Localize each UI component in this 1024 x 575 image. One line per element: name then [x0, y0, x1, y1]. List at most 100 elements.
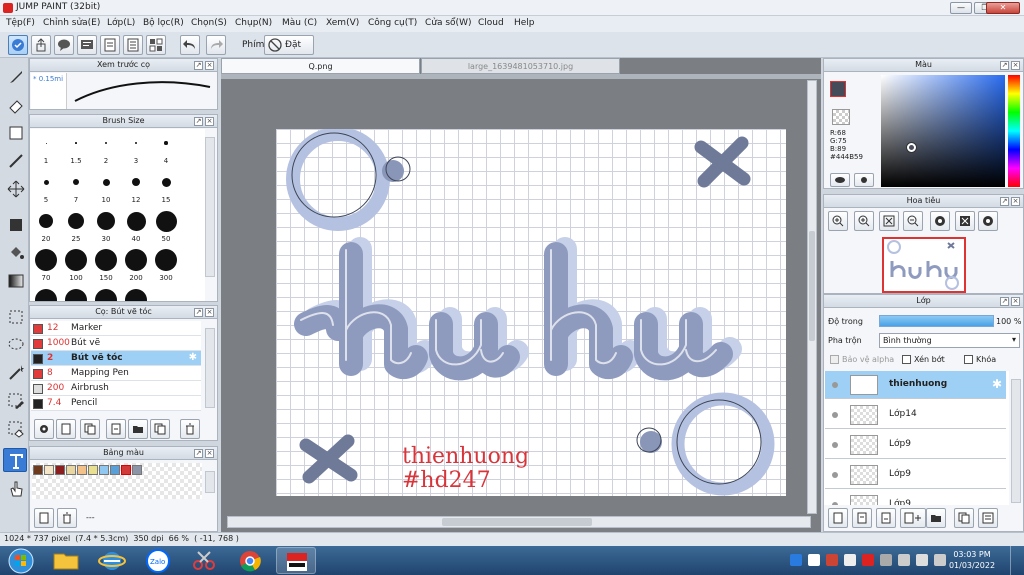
tray-usb-icon[interactable] [880, 554, 892, 566]
palette-swatch[interactable] [55, 465, 65, 475]
tool-eraser[interactable] [3, 92, 27, 116]
hue-slider[interactable] [1008, 75, 1020, 187]
document-button[interactable] [100, 35, 120, 55]
start-button[interactable] [2, 547, 40, 574]
brush-size-option[interactable]: 1.5 [61, 129, 91, 165]
close-icon[interactable]: × [205, 449, 214, 458]
brush-list-item[interactable]: 1000 Bút vẽ [31, 336, 201, 351]
tool-line[interactable] [3, 148, 27, 172]
tray-battery-icon[interactable] [898, 554, 910, 566]
close-button[interactable]: ✕ [986, 2, 1020, 14]
close-icon[interactable]: × [205, 117, 214, 126]
doc-tab-large[interactable]: large_1639481053710.jpg [421, 58, 620, 74]
brush-size-option[interactable]: 50 [151, 207, 181, 243]
undock-icon[interactable]: ↗ [194, 449, 203, 458]
brush-folder-button[interactable] [128, 419, 148, 439]
layer-more-button[interactable] [978, 508, 998, 528]
tray-teamviewer-icon[interactable] [790, 554, 802, 566]
brush-list-item[interactable]: 200 Airbrush [31, 381, 201, 396]
protect-alpha-checkbox[interactable] [830, 355, 839, 364]
tool-select-rect[interactable] [3, 304, 27, 328]
horizontal-scroll-thumb[interactable] [442, 518, 592, 526]
brush-size-option[interactable]: 25 [61, 207, 91, 243]
taskbar-chrome[interactable] [230, 547, 270, 574]
brush-size-option[interactable]: 30 [91, 207, 121, 243]
menu-file[interactable]: Tệp(F) [6, 18, 35, 28]
palette-swatch[interactable] [77, 465, 87, 475]
layer-row[interactable]: thienhuong ✱ [825, 371, 1006, 399]
brush-delete-button[interactable] [180, 419, 200, 439]
taskbar-zalo[interactable]: Zalo [138, 547, 178, 574]
tray-vietkey-icon[interactable] [862, 554, 874, 566]
message-button[interactable] [77, 35, 97, 55]
rotate-left-button[interactable] [930, 211, 950, 231]
palette-swatch[interactable] [44, 465, 54, 475]
undock-icon[interactable]: ↗ [1000, 61, 1009, 70]
brush-size-option[interactable]: 10 [91, 168, 121, 204]
layer-visibility-icon[interactable] [832, 442, 838, 448]
drawing-canvas[interactable]: thienhuong #hd247 [276, 129, 786, 496]
brush-size-option[interactable]: 20 [31, 207, 61, 243]
doc-tab-q[interactable]: Q.png [221, 58, 420, 74]
palette-swatch[interactable] [121, 465, 131, 475]
menu-cloud[interactable]: Cloud [478, 18, 504, 28]
layer-visibility-icon[interactable] [832, 502, 838, 505]
color-picker-button[interactable] [854, 173, 874, 187]
add-layer-menu-button[interactable] [900, 508, 926, 528]
brush-size-option[interactable]: 100 [61, 246, 91, 282]
clipping-checkbox[interactable] [902, 355, 911, 364]
undo-button[interactable] [180, 35, 200, 55]
undock-icon[interactable]: ↗ [194, 61, 203, 70]
taskbar-file-explorer[interactable] [46, 547, 86, 574]
tool-fill-rect[interactable] [3, 212, 27, 236]
brush-size-option[interactable]: 7 [61, 168, 91, 204]
fit-button[interactable] [879, 211, 899, 231]
navigator-thumbnail[interactable] [882, 237, 966, 293]
menu-select[interactable]: Chọn(S) [191, 18, 227, 28]
tool-rectangle[interactable] [3, 120, 27, 144]
new-layer-button[interactable] [828, 508, 848, 528]
brush-size-option[interactable]: 3 [121, 129, 151, 165]
tool-hand[interactable] [3, 476, 27, 500]
zoom-in-button[interactable] [828, 211, 848, 231]
palette-swatch[interactable] [88, 465, 98, 475]
palette-scrollbar[interactable] [205, 471, 215, 493]
flip-button[interactable] [955, 211, 975, 231]
brush-list-item[interactable]: 8 Mapping Pen [31, 366, 201, 381]
brush-size-option[interactable]: 200 [121, 246, 151, 282]
check-button[interactable] [8, 35, 28, 55]
close-icon[interactable]: × [1011, 297, 1020, 306]
share-button[interactable] [31, 35, 51, 55]
layer-folder-button[interactable] [926, 508, 946, 528]
saturation-value-picker[interactable] [881, 75, 1005, 187]
menu-color[interactable]: Màu (C) [282, 18, 317, 28]
color-mode-button[interactable] [830, 173, 850, 187]
brush-size-option[interactable]: 150 [91, 246, 121, 282]
blend-mode-select[interactable]: Bình thường ▾ [879, 333, 1020, 348]
lock-checkbox[interactable] [964, 355, 973, 364]
brush-copy-button[interactable] [80, 419, 100, 439]
rotate-right-button[interactable] [978, 211, 998, 231]
close-icon[interactable]: × [205, 61, 214, 70]
tool-magic-wand[interactable] [3, 360, 27, 384]
show-desktop-button[interactable] [1010, 546, 1022, 575]
layer-copy-button[interactable] [852, 508, 872, 528]
brush-size-option[interactable]: 4 [151, 129, 181, 165]
menu-tools[interactable]: Công cụ(T) [368, 18, 417, 28]
brush-size-option[interactable]: 2 [91, 129, 121, 165]
brush-size-scrollbar[interactable] [205, 137, 215, 277]
menu-layer[interactable]: Lớp(L) [107, 18, 135, 28]
palette-add-button[interactable] [34, 508, 54, 528]
brush-list-item[interactable]: 12 Marker [31, 321, 201, 336]
list-button[interactable] [123, 35, 143, 55]
minimize-button[interactable]: — [950, 2, 972, 14]
brush-list-item[interactable]: 7.4 Pencil [31, 396, 201, 411]
vertical-scrollbar[interactable] [807, 80, 817, 514]
opacity-slider[interactable] [879, 315, 994, 327]
brush-size-option[interactable]: 300 [151, 246, 181, 282]
tool-text[interactable] [3, 448, 27, 472]
taskbar-jump-paint[interactable] [276, 547, 316, 574]
menu-filter[interactable]: Bộ lọc(R) [143, 18, 184, 28]
tray-notes-icon[interactable] [844, 554, 856, 566]
tray-network-icon[interactable] [916, 554, 928, 566]
